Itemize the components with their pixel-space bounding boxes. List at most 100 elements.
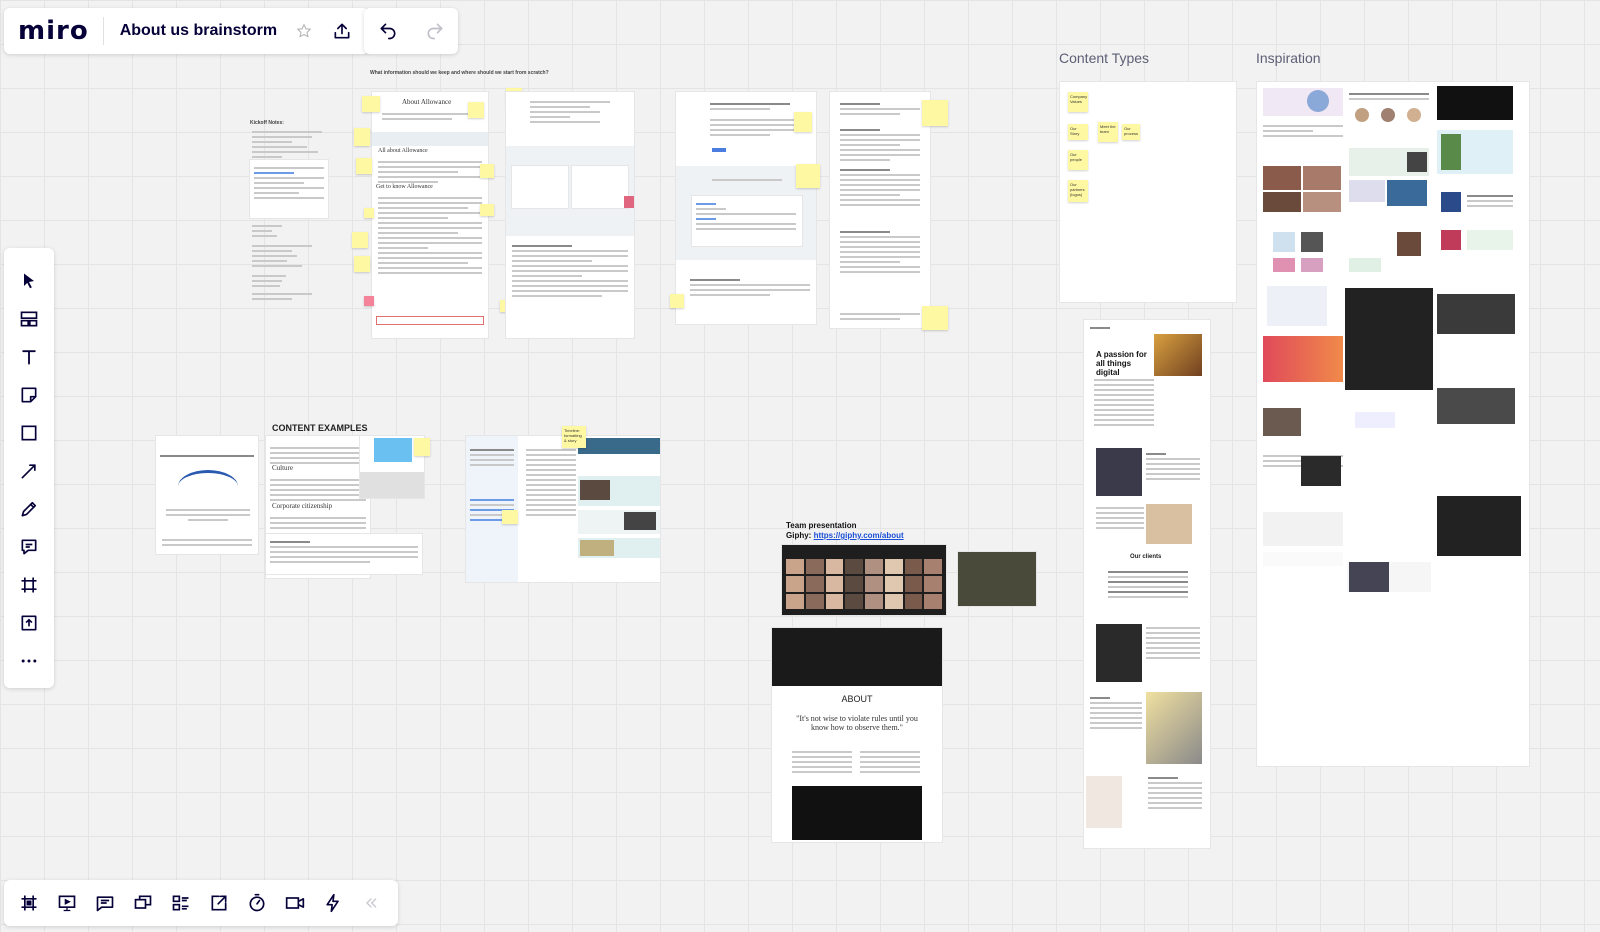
sticky-note[interactable]: [414, 438, 430, 456]
sticky-note[interactable]: [794, 112, 812, 132]
comments-icon[interactable]: [86, 884, 124, 922]
sticky-our-story[interactable]: Our Story: [1068, 124, 1088, 140]
kickoff-notes-heading[interactable]: Kickoff Notes:: [250, 120, 284, 126]
sticky-note[interactable]: [922, 100, 948, 126]
allowance-page-2[interactable]: [506, 92, 634, 338]
shape-icon[interactable]: [9, 414, 49, 452]
sticky-note[interactable]: [796, 164, 820, 188]
content-example-card-4[interactable]: [266, 534, 422, 574]
video-tile: [904, 593, 923, 609]
team-video-grid[interactable]: [782, 545, 946, 615]
sticky-timeline-formatting[interactable]: Timeline: formatting & story: [562, 426, 586, 448]
video-tile: [845, 559, 863, 575]
video-tile: [805, 559, 824, 575]
video-tile: [786, 559, 804, 575]
connection-line-icon[interactable]: [9, 452, 49, 490]
about-quote: "It's not wise to violate rules until yo…: [796, 714, 918, 732]
video-tile: [924, 559, 942, 575]
kickoff-notes-list[interactable]: [252, 222, 322, 303]
more-icon[interactable]: [9, 642, 49, 680]
giphy-link[interactable]: https://giphy.com/about: [814, 531, 904, 540]
passion-heading: A passion for all things digital: [1096, 350, 1147, 377]
video-tile: [865, 593, 883, 609]
sticky-note[interactable]: [356, 158, 372, 174]
team-presentation-label[interactable]: Team presentation: [786, 521, 857, 530]
content-example-card-1[interactable]: [156, 436, 258, 554]
inspiration-frame[interactable]: [1257, 82, 1529, 766]
sticky-our-partners[interactable]: Our partners (logos): [1068, 180, 1088, 202]
undo-redo-bar: [364, 8, 458, 54]
undo-icon[interactable]: [369, 12, 407, 50]
sticky-note[interactable]: [354, 128, 370, 146]
export-icon[interactable]: [200, 884, 238, 922]
sticky-note[interactable]: [502, 510, 518, 524]
about-page[interactable]: ABOUT "It's not wise to violate rules un…: [772, 628, 942, 842]
sticky-note-icon[interactable]: [9, 376, 49, 414]
inspiration-label[interactable]: Inspiration: [1256, 50, 1321, 66]
content-examples-heading[interactable]: CONTENT EXAMPLES: [272, 423, 368, 433]
sticky-note[interactable]: [364, 208, 374, 218]
sticky-our-people[interactable]: Our people: [1068, 150, 1088, 170]
video-tile: [805, 576, 824, 592]
about-heading: ABOUT: [841, 694, 873, 704]
star-icon[interactable]: [285, 12, 323, 50]
sticky-note-red[interactable]: [364, 296, 374, 306]
board-title[interactable]: About us brainstorm: [104, 22, 285, 40]
cards-icon[interactable]: [162, 884, 200, 922]
text-icon[interactable]: [9, 338, 49, 376]
sticky-note[interactable]: [354, 256, 370, 272]
video-tile: [865, 559, 883, 575]
sticky-note[interactable]: [922, 306, 948, 330]
sticky-note[interactable]: [480, 164, 494, 178]
our-clients-heading: Our clients: [1130, 554, 1162, 560]
culture-heading: Culture: [272, 464, 293, 472]
upload-icon[interactable]: [9, 604, 49, 642]
sticky-note[interactable]: [362, 96, 380, 112]
video-tile: [786, 576, 804, 592]
comment-icon[interactable]: [9, 528, 49, 566]
select-icon[interactable]: [9, 262, 49, 300]
miro-logo[interactable]: miro: [4, 16, 103, 46]
frame-icon[interactable]: [9, 566, 49, 604]
redo-icon[interactable]: [416, 12, 454, 50]
giphy-prefix: Giphy:: [786, 531, 812, 540]
pen-icon[interactable]: [9, 490, 49, 528]
video-tile: [884, 559, 903, 575]
presentation-icon[interactable]: [48, 884, 86, 922]
kickoff-notes-text[interactable]: [252, 128, 332, 161]
sticky-note[interactable]: [352, 232, 368, 248]
top-question[interactable]: What information should we keep and wher…: [370, 70, 549, 76]
sticky-meet-the-team[interactable]: Meet the team: [1098, 122, 1118, 142]
timer-icon[interactable]: [238, 884, 276, 922]
sticky-note[interactable]: [468, 102, 484, 118]
sticky-note[interactable]: [670, 294, 684, 308]
timeline-example[interactable]: [466, 436, 660, 582]
passion-digital-page[interactable]: A passion for all things digital Our cli…: [1084, 320, 1210, 848]
templates-icon[interactable]: [9, 300, 49, 338]
video-tile: [884, 593, 903, 609]
collapse-icon[interactable]: [352, 884, 390, 922]
content-types-label[interactable]: Content Types: [1059, 50, 1149, 66]
video-tile: [825, 559, 844, 575]
dark-image-thumbnail[interactable]: [958, 552, 1036, 606]
giphy-label[interactable]: Giphy: https://giphy.com/about: [786, 531, 904, 540]
upload-icon[interactable]: [323, 12, 361, 50]
get-to-know-allowance: Get to know Allowance: [376, 184, 433, 190]
video-tile: [904, 576, 923, 592]
allowance-page-1[interactable]: About Allowance All about Allowance Get …: [372, 92, 488, 338]
sticky-company-values[interactable]: Company Values: [1068, 92, 1088, 112]
video-tile: [845, 576, 863, 592]
content-types-frame[interactable]: Company Values Our Story Meet the team O…: [1060, 82, 1236, 302]
frames-icon[interactable]: [10, 884, 48, 922]
lightning-icon[interactable]: [314, 884, 352, 922]
sticky-note[interactable]: [480, 204, 494, 216]
video-icon[interactable]: [276, 884, 314, 922]
allowance-page-4[interactable]: [830, 92, 930, 328]
video-tile: [805, 593, 824, 609]
screen-share-icon[interactable]: [124, 884, 162, 922]
bottom-toolbar: [4, 880, 398, 926]
video-tile: [825, 593, 844, 609]
all-about-allowance: All about Allowance: [378, 148, 428, 154]
sticky-our-process[interactable]: Our process: [1122, 124, 1140, 140]
kickoff-notes-table[interactable]: [250, 160, 328, 218]
